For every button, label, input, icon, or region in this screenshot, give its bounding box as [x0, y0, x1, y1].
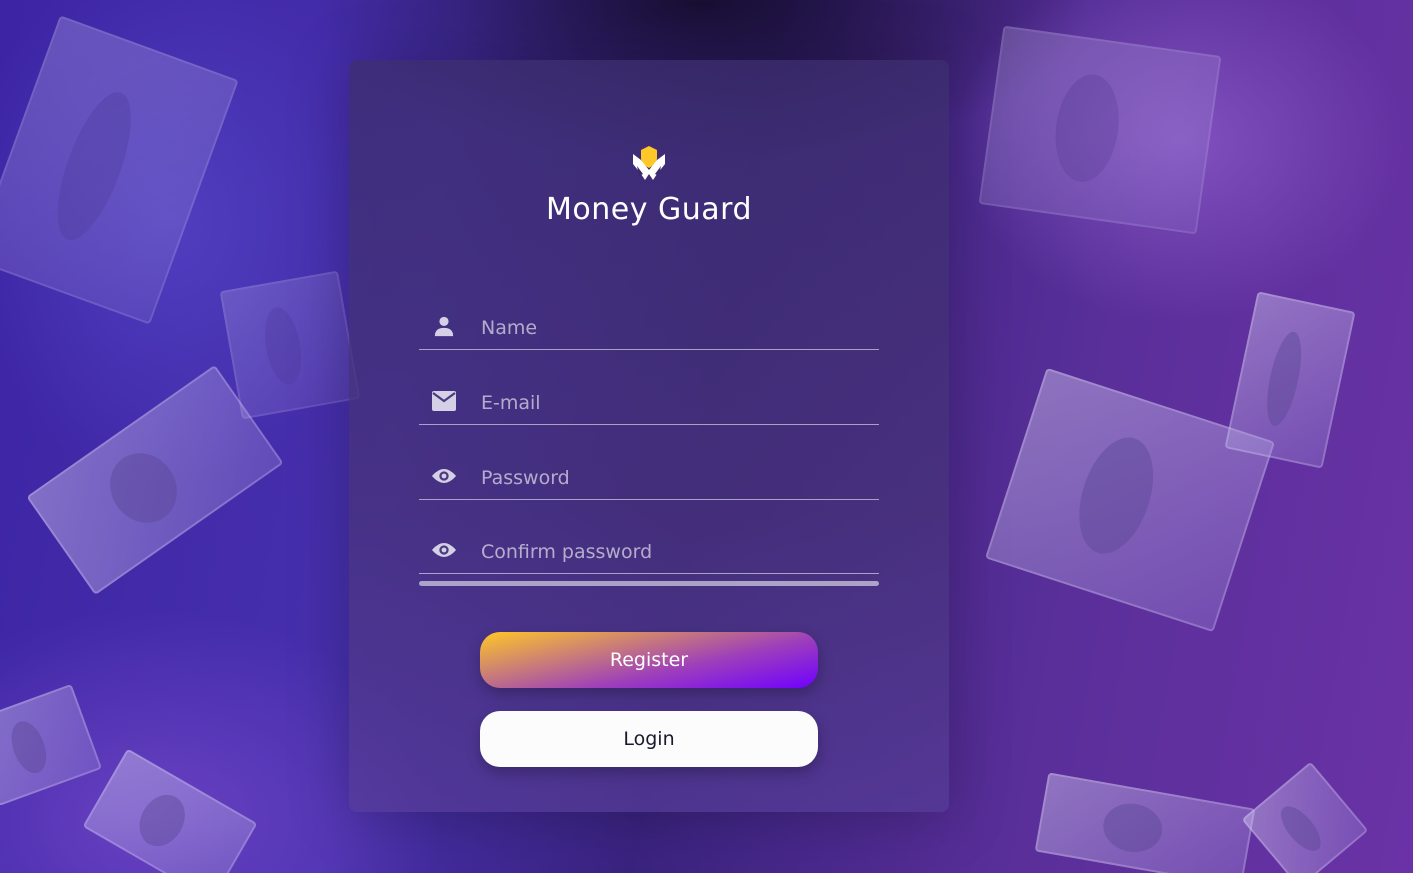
confirm-password-field	[419, 533, 879, 574]
name-input[interactable]	[481, 309, 871, 347]
confirm-password-input[interactable]	[481, 533, 871, 571]
register-card: Money Guard Register Login	[349, 60, 949, 812]
login-button[interactable]: Login	[480, 711, 818, 767]
register-button[interactable]: Register	[480, 632, 818, 688]
background-money-bill	[1241, 761, 1369, 873]
eye-icon[interactable]	[431, 539, 457, 561]
shield-logo-icon	[633, 146, 665, 180]
background-money-bill	[1034, 772, 1256, 873]
background-money-bill	[82, 748, 258, 873]
password-input[interactable]	[481, 459, 871, 497]
background-money-bill	[0, 15, 239, 325]
background-money-bill	[984, 367, 1276, 633]
name-field	[419, 309, 879, 350]
password-field	[419, 459, 879, 500]
email-input[interactable]	[481, 384, 871, 422]
envelope-icon	[431, 390, 457, 412]
app-logo: Money Guard	[349, 146, 949, 227]
eye-icon[interactable]	[431, 465, 457, 487]
background-money-bill	[0, 683, 103, 807]
background-money-bill	[1224, 291, 1356, 469]
email-field	[419, 384, 879, 425]
password-strength-bar	[419, 581, 879, 586]
background-money-bill	[219, 270, 361, 420]
background-money-bill	[978, 25, 1222, 235]
user-icon	[431, 315, 457, 337]
app-title: Money Guard	[546, 192, 752, 227]
